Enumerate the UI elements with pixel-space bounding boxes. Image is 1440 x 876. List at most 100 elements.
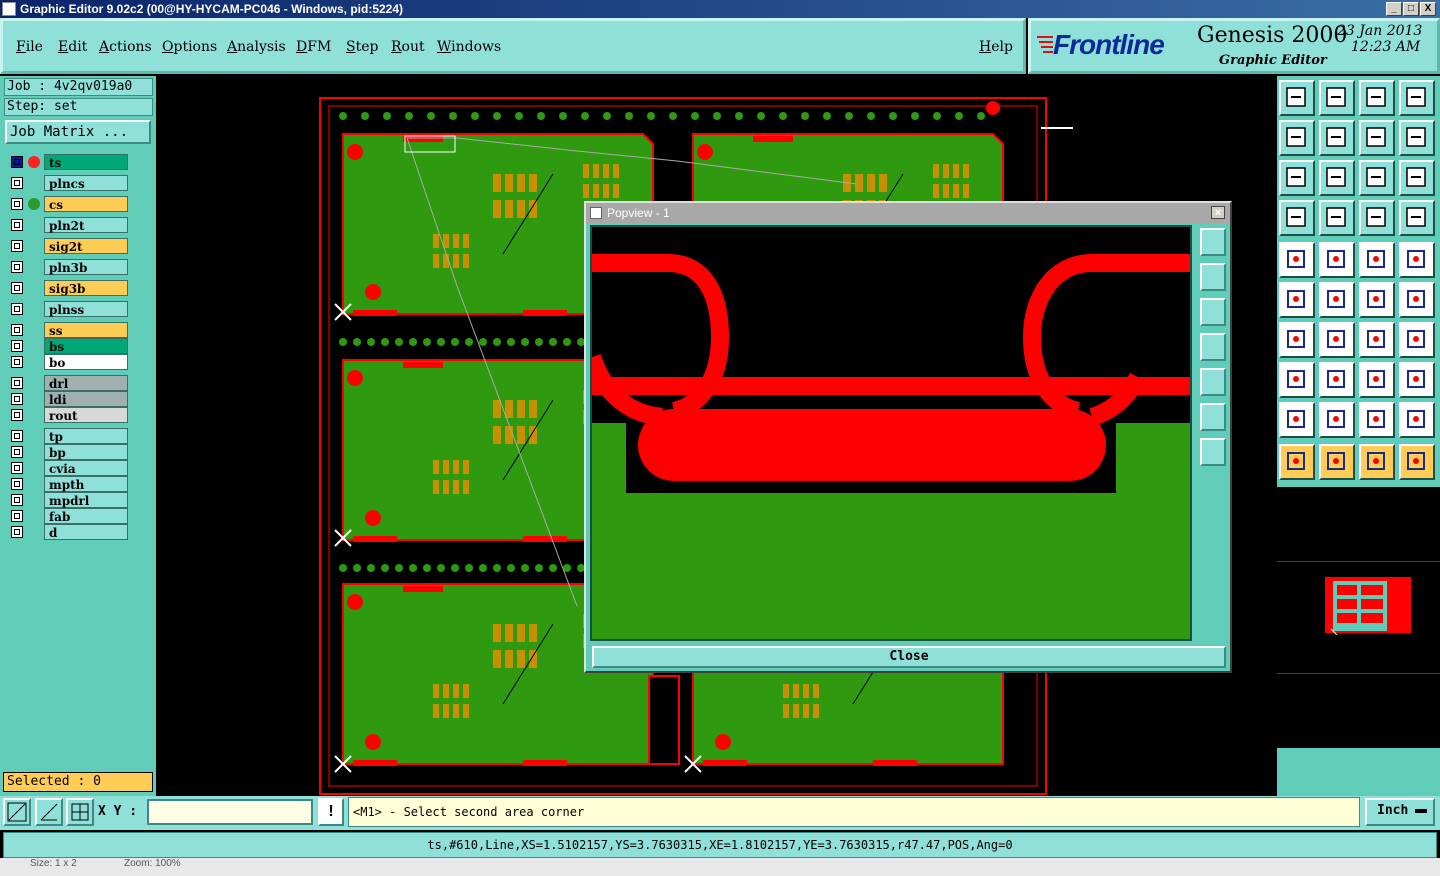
layer-checkbox[interactable] [11,462,23,474]
layer-row-mpth[interactable]: mpth [8,476,128,492]
layer-row-plncs[interactable]: plncs [8,175,128,191]
layer-checkbox[interactable] [11,156,23,168]
popview-pan-left-button[interactable] [1200,333,1226,361]
popview-zoom-area[interactable] [583,225,1192,641]
layer-row-ts[interactable]: ts [8,154,128,170]
pointer-select-icon[interactable] [1359,444,1395,480]
pan-icon[interactable] [1319,160,1355,196]
add-pad-icon[interactable] [1279,242,1315,278]
layer-name[interactable]: d [44,524,128,540]
layer-name[interactable]: cvia [44,460,128,476]
maximize-button[interactable]: □ [1403,2,1419,16]
alert-icon[interactable]: ! [318,798,344,826]
layer-name[interactable]: bo [44,354,128,370]
layer-checkbox[interactable] [11,282,23,294]
layer-checkbox[interactable] [11,261,23,273]
triangle-line-icon[interactable] [1319,402,1355,438]
popview-zoom-in-button[interactable] [1200,403,1226,431]
ruler-icon[interactable] [1359,242,1395,278]
menu-analysis[interactable]: Analysis [227,39,286,55]
move-icon[interactable] [1359,282,1395,318]
line-angle-icon[interactable] [1319,322,1355,358]
layer-checkbox[interactable] [11,240,23,252]
popview-zoom-out-button[interactable] [1200,438,1226,466]
layer-row-bo[interactable]: bo [8,354,128,370]
layer-checkbox[interactable] [11,377,23,389]
menu-rout[interactable]: Rout [391,39,425,55]
menu-dfm[interactable]: DFM [296,39,331,55]
delete-node-icon[interactable] [1319,282,1355,318]
layer-row-pln3b[interactable]: pln3b [8,259,128,275]
measure-icon[interactable] [35,798,63,826]
zoom-right-icon[interactable] [1319,120,1355,156]
layer-row-ss[interactable]: ss [8,322,128,338]
layer-name[interactable]: plnss [44,301,128,317]
select-round-icon[interactable] [1399,242,1435,278]
shape-icon[interactable] [1279,362,1315,398]
minimize-button[interactable]: _ [1386,2,1402,16]
help-query-icon[interactable] [1399,160,1435,196]
layer-checkbox[interactable] [11,446,23,458]
layers-options-icon[interactable] [1279,200,1315,236]
popview-pan-down-button[interactable] [1200,298,1226,326]
layer-checkbox[interactable] [11,219,23,231]
popview-close-button[interactable]: Close [592,646,1226,668]
add-line-icon[interactable] [1319,242,1355,278]
triangle-icon[interactable] [1279,402,1315,438]
menu-edit[interactable]: Edit [58,39,87,55]
layer-name[interactable]: rout [44,407,128,423]
grid-toggle-icon[interactable] [1319,200,1355,236]
layer-name[interactable]: sig3b [44,280,128,296]
xy-coordinate-input[interactable] [147,799,313,825]
layer-row-drl[interactable]: drl [8,375,128,391]
connect-icon[interactable] [1279,282,1315,318]
layer-name[interactable]: sig2t [44,238,128,254]
layer-row-sig2t[interactable]: sig2t [8,238,128,254]
break-line-icon[interactable] [1319,362,1355,398]
copy-icon[interactable] [1399,282,1435,318]
scale-1-2-icon[interactable] [1359,160,1395,196]
layer-name[interactable]: ss [44,322,128,338]
layer-name[interactable]: pln3b [44,259,128,275]
layer-checkbox[interactable] [11,409,23,421]
layer-row-fab[interactable]: fab [8,508,128,524]
pointer-icon[interactable] [1279,444,1315,480]
layer-row-sig3b[interactable]: sig3b [8,280,128,296]
layer-row-bs[interactable]: bs [8,338,128,354]
layer-checkbox[interactable] [11,177,23,189]
pointer-network-icon[interactable] [1399,444,1435,480]
layer-row-cvia[interactable]: cvia [8,460,128,476]
layer-name[interactable]: fab [44,508,128,524]
layer-name[interactable]: pln2t [44,217,128,233]
drill-display-icon[interactable] [1359,200,1395,236]
arc-icon[interactable] [1359,322,1395,358]
zoom-fit-icon[interactable] [1359,120,1395,156]
menu-actions[interactable]: Actions [99,39,152,55]
menu-file[interactable]: File [16,39,43,55]
layer-checkbox[interactable] [11,526,23,538]
layer-checkbox[interactable] [11,510,23,522]
zoom-left-icon[interactable] [1279,120,1315,156]
layer-row-tp[interactable]: tp [8,428,128,444]
layer-name[interactable]: tp [44,428,128,444]
arch-line-icon[interactable] [1399,402,1435,438]
grid-icon[interactable] [66,798,94,826]
layer-name[interactable]: mpth [44,476,128,492]
layer-row-d[interactable]: d [8,524,128,540]
display-mode-icon[interactable] [1399,200,1435,236]
layer-name[interactable]: ldi [44,391,128,407]
redraw-icon[interactable] [1399,120,1435,156]
layer-row-plnss[interactable]: plnss [8,301,128,317]
layer-name[interactable]: drl [44,375,128,391]
layer-row-mpdrl[interactable]: mpdrl [8,492,128,508]
measure-feature-icon[interactable] [1359,362,1395,398]
layer-name[interactable]: bs [44,338,128,354]
layer-name[interactable]: plncs [44,175,128,191]
layer-name[interactable]: ts [44,154,128,170]
popview-pan-right-button[interactable] [1200,368,1226,396]
zoom-home-icon[interactable] [1279,80,1315,116]
menu-windows[interactable]: Windows [437,39,501,55]
layer-checkbox[interactable] [11,478,23,490]
job-matrix-button[interactable]: Job Matrix ... [5,120,151,144]
net-icon[interactable] [1399,362,1435,398]
